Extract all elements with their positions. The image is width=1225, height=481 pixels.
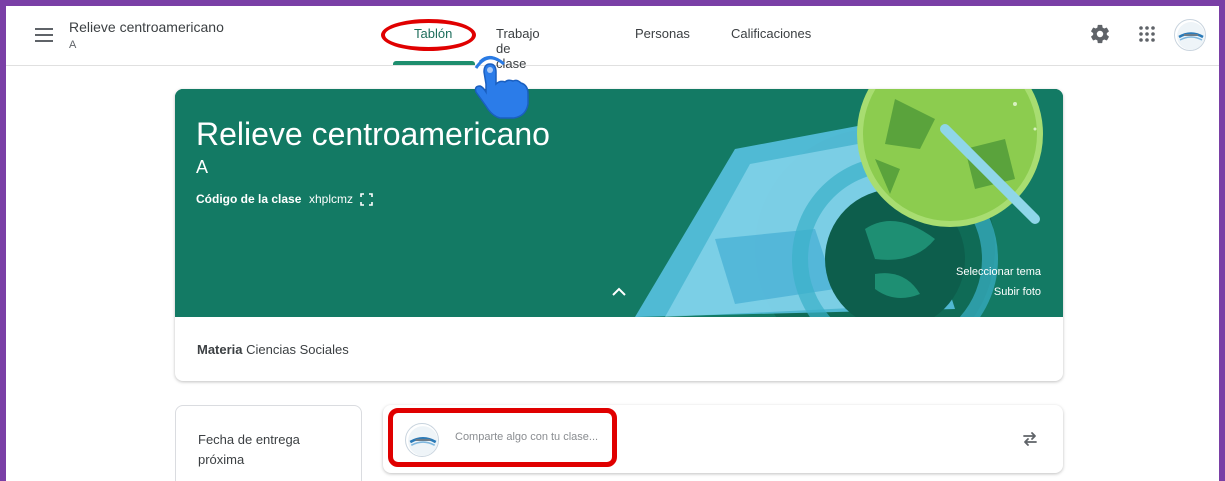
menu-icon[interactable]: [35, 28, 53, 42]
fullscreen-icon[interactable]: [360, 193, 373, 206]
repost-icon[interactable]: [1020, 429, 1040, 449]
upcoming-title: Fecha de entrega próxima: [198, 432, 300, 467]
subject-label: Materia: [197, 342, 243, 357]
class-banner: Relieve centroamericano A Código de la c…: [175, 89, 1063, 317]
avatar-logo-icon: [1177, 22, 1205, 50]
course-section: A: [69, 39, 77, 51]
subject-row: Materia Ciencias Sociales: [197, 342, 349, 357]
upload-photo-link[interactable]: Subir foto: [994, 286, 1041, 298]
active-tab-indicator: [393, 61, 475, 65]
banner-course-section: A: [196, 157, 209, 177]
upcoming-card: Fecha de entrega próxima: [175, 405, 362, 481]
share-highlight-annotation: [388, 408, 617, 467]
class-banner-card: Relieve centroamericano A Código de la c…: [175, 89, 1063, 381]
subject-value: Ciencias Sociales: [246, 342, 349, 357]
gear-icon[interactable]: [1089, 23, 1111, 45]
chevron-up-icon[interactable]: [612, 287, 626, 297]
class-code-value: xhplcmz: [309, 192, 354, 206]
top-app-bar: Relieve centroamericano A Tablón Trabajo…: [6, 6, 1219, 71]
avatar[interactable]: [1174, 19, 1206, 51]
class-code-label: Código de la clase: [196, 192, 302, 206]
course-title[interactable]: Relieve centroamericano: [69, 19, 224, 35]
select-theme-link[interactable]: Seleccionar tema: [956, 266, 1041, 278]
tab-calificaciones[interactable]: Calificaciones: [731, 26, 811, 41]
tab-personas[interactable]: Personas: [635, 26, 690, 41]
hand-pointer-icon: [474, 55, 529, 119]
apps-icon[interactable]: [1138, 25, 1156, 43]
tab-highlight-annotation: [381, 19, 476, 51]
banner-course-title: Relieve centroamericano: [196, 116, 550, 152]
